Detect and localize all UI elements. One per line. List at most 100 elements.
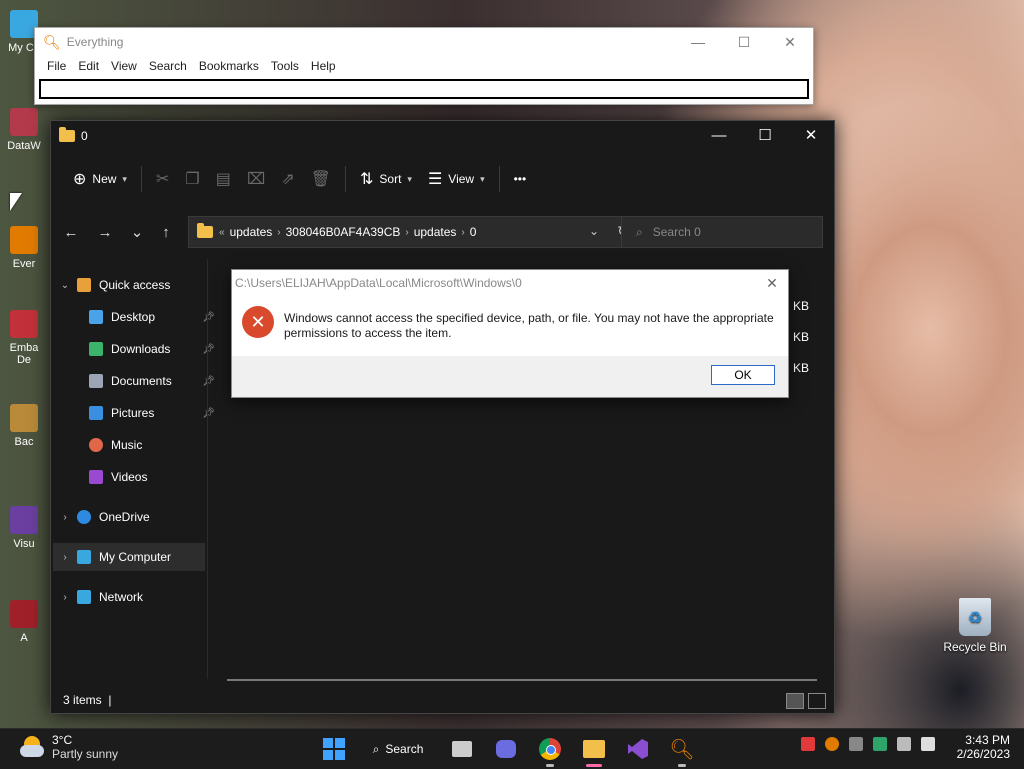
desktop-icon — [89, 310, 103, 324]
chevron-right-icon: › — [63, 591, 67, 603]
breadcrumb-item[interactable]: 0 — [470, 225, 477, 239]
sidebar-item-desktop[interactable]: Desktop 📌︎ — [53, 303, 217, 331]
app-icon — [10, 108, 38, 136]
temperature: 3°C — [52, 733, 73, 747]
visual-studio-icon — [628, 739, 648, 759]
pin-icon: 📌︎ — [202, 375, 215, 387]
everything-button[interactable]: 🔍︎ — [666, 733, 698, 767]
arrow-right-icon: → — [97, 224, 113, 241]
visual-studio-button[interactable] — [622, 733, 654, 765]
chrome-button[interactable] — [534, 733, 566, 767]
address-dropdown-button[interactable]: ⌄ — [589, 224, 599, 238]
chevron-down-icon: ▾ — [480, 173, 485, 184]
back-button[interactable]: ← — [57, 219, 85, 247]
recycle-bin[interactable]: ♻ Recycle Bin — [940, 598, 1010, 654]
desktop-icon-visual-studio[interactable]: Visu — [4, 506, 44, 550]
horizontal-scrollbar[interactable] — [227, 679, 817, 681]
arrow-left-icon: ← — [63, 224, 79, 241]
arrow-up-icon: ↑ — [162, 224, 170, 241]
desktop-icon-backup[interactable]: Bac — [4, 404, 44, 448]
desktop-icon-embarcadero[interactable]: Emba De — [4, 310, 44, 366]
breadcrumb-item[interactable]: 308046B0AF4A39CB — [286, 225, 401, 239]
close-button[interactable]: ✕ — [767, 28, 813, 56]
cut-button[interactable]: ✂ — [148, 163, 177, 195]
sidebar-item-my-computer[interactable]: › My Computer — [53, 543, 205, 571]
minimize-button[interactable]: — — [696, 121, 742, 151]
share-button[interactable]: ⇗ — [273, 163, 302, 195]
rename-button[interactable]: ⌧ — [239, 163, 273, 195]
download-icon — [89, 342, 103, 356]
desktop-icon-dataw[interactable]: DataW — [4, 108, 44, 152]
everything-search-input[interactable] — [39, 79, 809, 99]
minimize-button[interactable]: — — [675, 28, 721, 56]
task-view-button[interactable] — [446, 733, 478, 765]
copy-button[interactable]: ❐ — [177, 163, 207, 195]
delete-button[interactable]: 🗑︎ — [303, 163, 339, 195]
task-view-icon — [452, 741, 472, 757]
chevron-right-icon: › — [63, 551, 67, 563]
menu-file[interactable]: File — [41, 59, 72, 73]
dialog-close-button[interactable]: ✕ — [762, 273, 782, 293]
everything-window: 🔍︎ Everything — ☐ ✕ File Edit View Searc… — [34, 27, 814, 105]
menu-view[interactable]: View — [105, 59, 143, 73]
everything-tray-icon[interactable] — [825, 737, 839, 751]
search-input[interactable]: ⌕ Search 0 — [621, 216, 823, 248]
view-list-icon: ☰ — [427, 171, 443, 188]
tiles-view-button[interactable] — [808, 693, 826, 709]
sidebar-item-onedrive[interactable]: › OneDrive — [53, 503, 205, 531]
paste-button[interactable]: ▤ — [208, 163, 239, 195]
desktop-icon-everything[interactable]: Ever — [4, 226, 44, 270]
breadcrumb-item[interactable]: updates — [230, 225, 273, 239]
chrome-icon — [539, 738, 561, 760]
chat-button[interactable] — [490, 733, 522, 765]
computer-icon — [77, 550, 91, 564]
trash-icon: 🗑︎ — [310, 171, 331, 188]
sidebar-item-downloads[interactable]: Downloads 📌︎ — [53, 335, 217, 363]
network-monitor-icon[interactable] — [897, 737, 911, 751]
sidebar-item-music[interactable]: Music — [53, 431, 217, 459]
sidebar-item-quick-access[interactable]: ⌄ Quick access — [53, 271, 205, 299]
breadcrumb-overflow[interactable]: « — [219, 227, 225, 238]
recording-icon[interactable] — [801, 737, 815, 751]
cloud-icon — [77, 510, 91, 524]
weather-widget[interactable]: 3°C Partly sunny — [20, 733, 118, 761]
menu-edit[interactable]: Edit — [72, 59, 105, 73]
start-button[interactable] — [318, 733, 350, 765]
dialog-message: Windows cannot access the specified devi… — [284, 311, 774, 340]
sidebar-item-network[interactable]: › Network — [53, 583, 205, 611]
ok-button[interactable]: OK — [711, 365, 775, 385]
sort-button[interactable]: ⇅ Sort ▾ — [352, 163, 420, 195]
view-button[interactable]: ☰ View ▾ — [420, 163, 493, 195]
new-button[interactable]: ⊕ New ▾ — [65, 163, 135, 195]
maximize-button[interactable]: ☐ — [721, 28, 767, 56]
sidebar-item-documents[interactable]: Documents 📌︎ — [53, 367, 217, 395]
desktop-icon-a[interactable]: A — [4, 600, 44, 644]
sidebar-item-pictures[interactable]: Pictures 📌︎ — [53, 399, 217, 427]
error-icon: ✕ — [242, 306, 274, 338]
menu-tools[interactable]: Tools — [265, 59, 305, 73]
up-button[interactable]: ↑ — [152, 219, 180, 247]
address-bar[interactable]: « updates › 308046B0AF4A39CB › updates ›… — [188, 216, 640, 248]
maximize-button[interactable]: ☐ — [742, 121, 788, 151]
app-icon — [10, 600, 38, 628]
menu-help[interactable]: Help — [305, 59, 342, 73]
breadcrumb-item[interactable]: updates — [414, 225, 457, 239]
recent-locations-button[interactable]: ⌄ — [123, 219, 151, 247]
chevron-down-icon: ⌄ — [60, 279, 70, 291]
security-shield-icon[interactable] — [873, 737, 887, 751]
taskbar-search-button[interactable]: ⌕ Search — [362, 733, 434, 765]
file-explorer-button[interactable] — [578, 733, 610, 767]
close-button[interactable]: ✕ — [788, 121, 834, 151]
volume-icon[interactable] — [921, 737, 935, 751]
cloud-sync-icon[interactable] — [849, 737, 863, 751]
menu-bookmarks[interactable]: Bookmarks — [193, 59, 265, 73]
sidebar-item-videos[interactable]: Videos — [53, 463, 217, 491]
clock[interactable]: 3:43 PM 2/26/2023 — [957, 733, 1010, 761]
more-options-button[interactable]: ••• — [506, 163, 535, 195]
menu-search[interactable]: Search — [143, 59, 193, 73]
navigation-row: ← → ⌄ ↑ « updates › 308046B0AF4A39CB › u… — [51, 215, 834, 251]
windows-logo-icon — [323, 738, 345, 760]
details-view-button[interactable] — [786, 693, 804, 709]
forward-button[interactable]: → — [91, 219, 119, 247]
everything-title: Everything — [66, 35, 124, 49]
